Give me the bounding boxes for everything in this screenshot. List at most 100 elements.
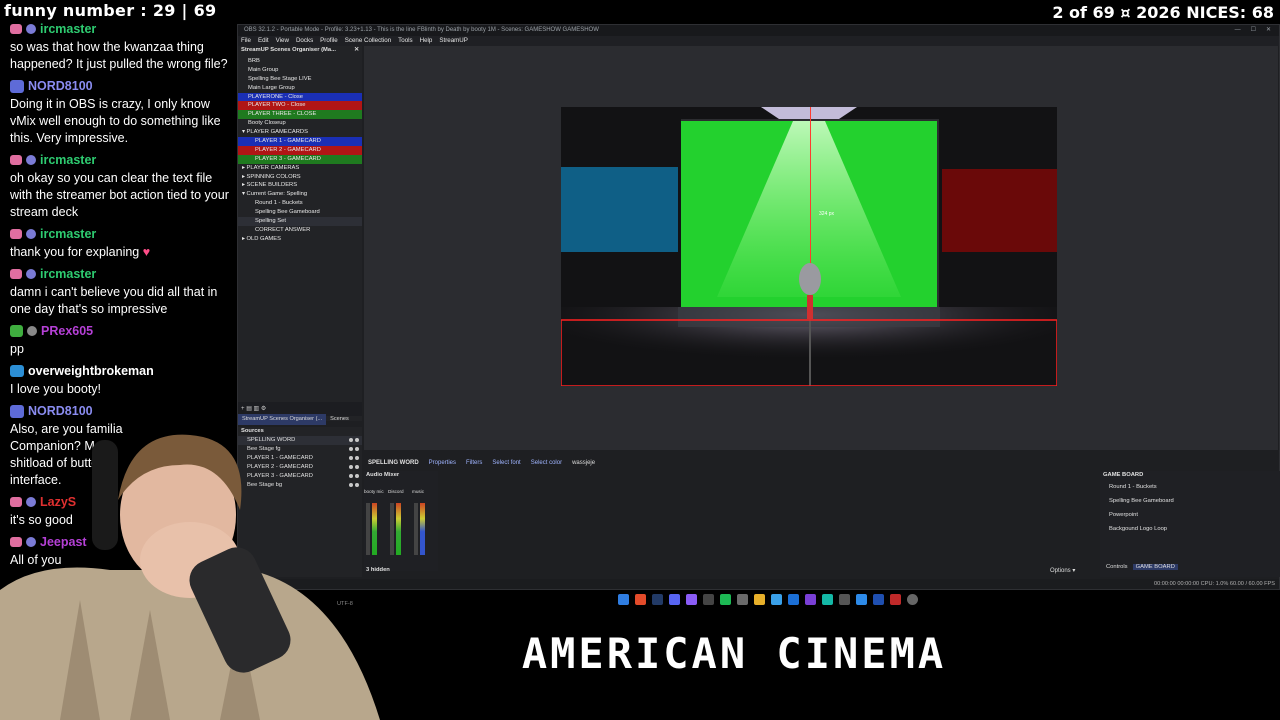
chat-message: ircmaster oh okay so you can clear the t… xyxy=(10,151,236,221)
tab-game-board[interactable]: GAME BOARD xyxy=(1132,564,1178,570)
filters-button[interactable]: Filters xyxy=(466,460,482,466)
player-three-panel[interactable] xyxy=(942,169,1057,252)
game-board-item[interactable]: Backgound Logo Loop xyxy=(1100,522,1280,536)
steam-icon[interactable] xyxy=(652,594,663,605)
chat-text: damn i can't believe you did all that in… xyxy=(10,285,218,316)
scene-item[interactable]: CORRECT ANSWER xyxy=(238,226,362,235)
minimize-icon[interactable]: — xyxy=(1235,25,1241,36)
discord-icon[interactable] xyxy=(669,594,680,605)
chat-message: NORD8100 Doing it in OBS is crazy, I onl… xyxy=(10,77,236,147)
scene-item[interactable]: PLAYERONE - Close xyxy=(238,92,362,102)
obs-icon[interactable] xyxy=(703,594,714,605)
menu-file[interactable]: File xyxy=(241,36,251,46)
scene-item[interactable]: Round 1 - Buckets xyxy=(238,199,362,208)
app-icon[interactable] xyxy=(771,594,782,605)
scene-item[interactable]: PLAYER TWO - Close xyxy=(238,101,362,111)
app-icon[interactable] xyxy=(873,594,884,605)
volume-fader[interactable] xyxy=(414,503,418,555)
scene-item[interactable]: PLAYER 2 - GAMECARD xyxy=(238,145,362,155)
scene-item[interactable]: BRB xyxy=(238,57,362,66)
maximize-icon[interactable]: ☐ xyxy=(1251,25,1256,36)
menu-tools[interactable]: Tools xyxy=(398,36,412,46)
game-board-item[interactable]: Spelling Bee Gameboard xyxy=(1100,494,1280,508)
chat-username[interactable]: ircmaster xyxy=(40,153,96,167)
menu-help[interactable]: Help xyxy=(420,36,433,46)
app-icon[interactable] xyxy=(788,594,799,605)
scene-folder[interactable]: ▸ SCENE BUILDERS xyxy=(238,181,362,190)
app-icon[interactable] xyxy=(856,594,867,605)
settings-icon[interactable] xyxy=(737,594,748,605)
chat-text: Doing it in OBS is crazy, I only know vM… xyxy=(10,97,221,145)
chat-username[interactable]: NORD8100 xyxy=(28,404,93,418)
microphone-icon[interactable] xyxy=(799,263,821,295)
globe-badge-icon xyxy=(26,269,36,279)
browser-icon[interactable] xyxy=(635,594,646,605)
menu-docks[interactable]: Docks xyxy=(296,36,313,46)
volume-fader[interactable] xyxy=(390,503,394,555)
mixer-channel[interactable]: music xyxy=(412,489,434,561)
globe-badge-icon xyxy=(26,24,36,34)
tab-controls[interactable]: Controls xyxy=(1106,564,1128,570)
scene-folder[interactable]: ▸ SPINNING COLORS xyxy=(238,173,362,182)
chat-message: ircmaster thank you for explaning ♥ xyxy=(10,225,236,261)
chat-text: thank you for explaning ♥ xyxy=(10,245,151,259)
menu-profile[interactable]: Profile xyxy=(320,36,338,46)
scene-item[interactable]: Main Large Group xyxy=(238,84,362,93)
globe-badge-icon xyxy=(26,229,36,239)
dock-close-icon[interactable]: ✕ xyxy=(354,46,359,55)
scene-item[interactable]: Spelling Bee Gameboard xyxy=(238,208,362,217)
app-icon[interactable] xyxy=(805,594,816,605)
chat-username[interactable]: NORD8100 xyxy=(28,79,93,93)
app-icon[interactable] xyxy=(907,594,918,605)
scene-folder[interactable]: ▾ Current Game: Spelling xyxy=(238,190,362,199)
active-app-icon[interactable] xyxy=(890,594,901,605)
stage-preview[interactable]: 324 px xyxy=(561,107,1057,386)
app-icon[interactable] xyxy=(686,594,697,605)
close-icon[interactable]: ✕ xyxy=(1266,25,1271,36)
menu-scene-collection[interactable]: Scene Collection xyxy=(345,36,391,46)
settings-icon[interactable]: ⚙ xyxy=(261,406,266,412)
channel-name: music xyxy=(412,489,424,494)
chat-username[interactable]: ircmaster xyxy=(40,267,96,281)
add-icon[interactable]: + xyxy=(241,406,245,412)
scenes-dock-title: StreamUP Scenes Organiser (Ma... xyxy=(241,47,336,53)
scene-folder[interactable]: ▸ PLAYER CAMERAS xyxy=(238,164,362,173)
select-color-button[interactable]: Select color xyxy=(531,460,562,466)
windows-start-icon[interactable] xyxy=(618,594,629,605)
player-one-panel[interactable] xyxy=(561,167,678,252)
folder-icon[interactable]: ▤ xyxy=(246,406,252,412)
obs-title-text: OBS 32.1.2 - Portable Mode - Profile: 3.… xyxy=(244,27,599,33)
chat-username[interactable]: PRex605 xyxy=(41,324,93,338)
menu-edit[interactable]: Edit xyxy=(258,36,269,46)
list-icon[interactable]: ▥ xyxy=(254,406,260,412)
text-value-field[interactable]: wassjeje xyxy=(572,460,595,466)
scene-item[interactable]: Spelling Bee Stage LIVE xyxy=(238,75,362,84)
app-icon[interactable] xyxy=(822,594,833,605)
menu-streamup[interactable]: StreamUP xyxy=(439,36,468,46)
chat-username[interactable]: overweightbrokeman xyxy=(28,364,154,378)
scene-item[interactable]: PLAYER THREE - CLOSE xyxy=(238,110,362,120)
scene-folder[interactable]: ▾ PLAYER GAMECARDS xyxy=(238,128,362,137)
app-icon[interactable] xyxy=(839,594,850,605)
chat-username[interactable]: ircmaster xyxy=(40,227,96,241)
spotify-icon[interactable] xyxy=(720,594,731,605)
menu-view[interactable]: View xyxy=(276,36,289,46)
properties-button[interactable]: Properties xyxy=(429,460,456,466)
select-font-button[interactable]: Select font xyxy=(492,460,520,466)
scene-item[interactable]: PLAYER 1 - GAMECARD xyxy=(238,137,362,146)
scene-folder[interactable]: ▸ OLD GAMES xyxy=(238,235,362,244)
scene-item[interactable]: Booty Closeup xyxy=(238,119,362,128)
status-bar: 00:00:00 00:00:00 CPU: 1.0% 60.00 / 60.0… xyxy=(238,579,1279,589)
options-button[interactable]: Options ▾ xyxy=(1050,567,1075,574)
scene-item[interactable]: Main Group xyxy=(238,66,362,75)
file-explorer-icon[interactable] xyxy=(754,594,765,605)
program-canvas[interactable]: 324 px xyxy=(561,107,1057,386)
chat-username[interactable]: ircmaster xyxy=(40,22,96,36)
game-board-item[interactable]: Round 1 - Buckets xyxy=(1100,480,1280,494)
scene-item-selected[interactable]: Spelling Set xyxy=(238,217,362,226)
scene-item[interactable]: PLAYER 3 - GAMECARD xyxy=(238,154,362,164)
preview-area[interactable]: 324 px xyxy=(364,46,1278,450)
mixer-channel[interactable]: Discord xyxy=(388,489,410,561)
game-board-item[interactable]: Powerpoint xyxy=(1100,508,1280,522)
heart-badge-icon xyxy=(10,269,22,279)
